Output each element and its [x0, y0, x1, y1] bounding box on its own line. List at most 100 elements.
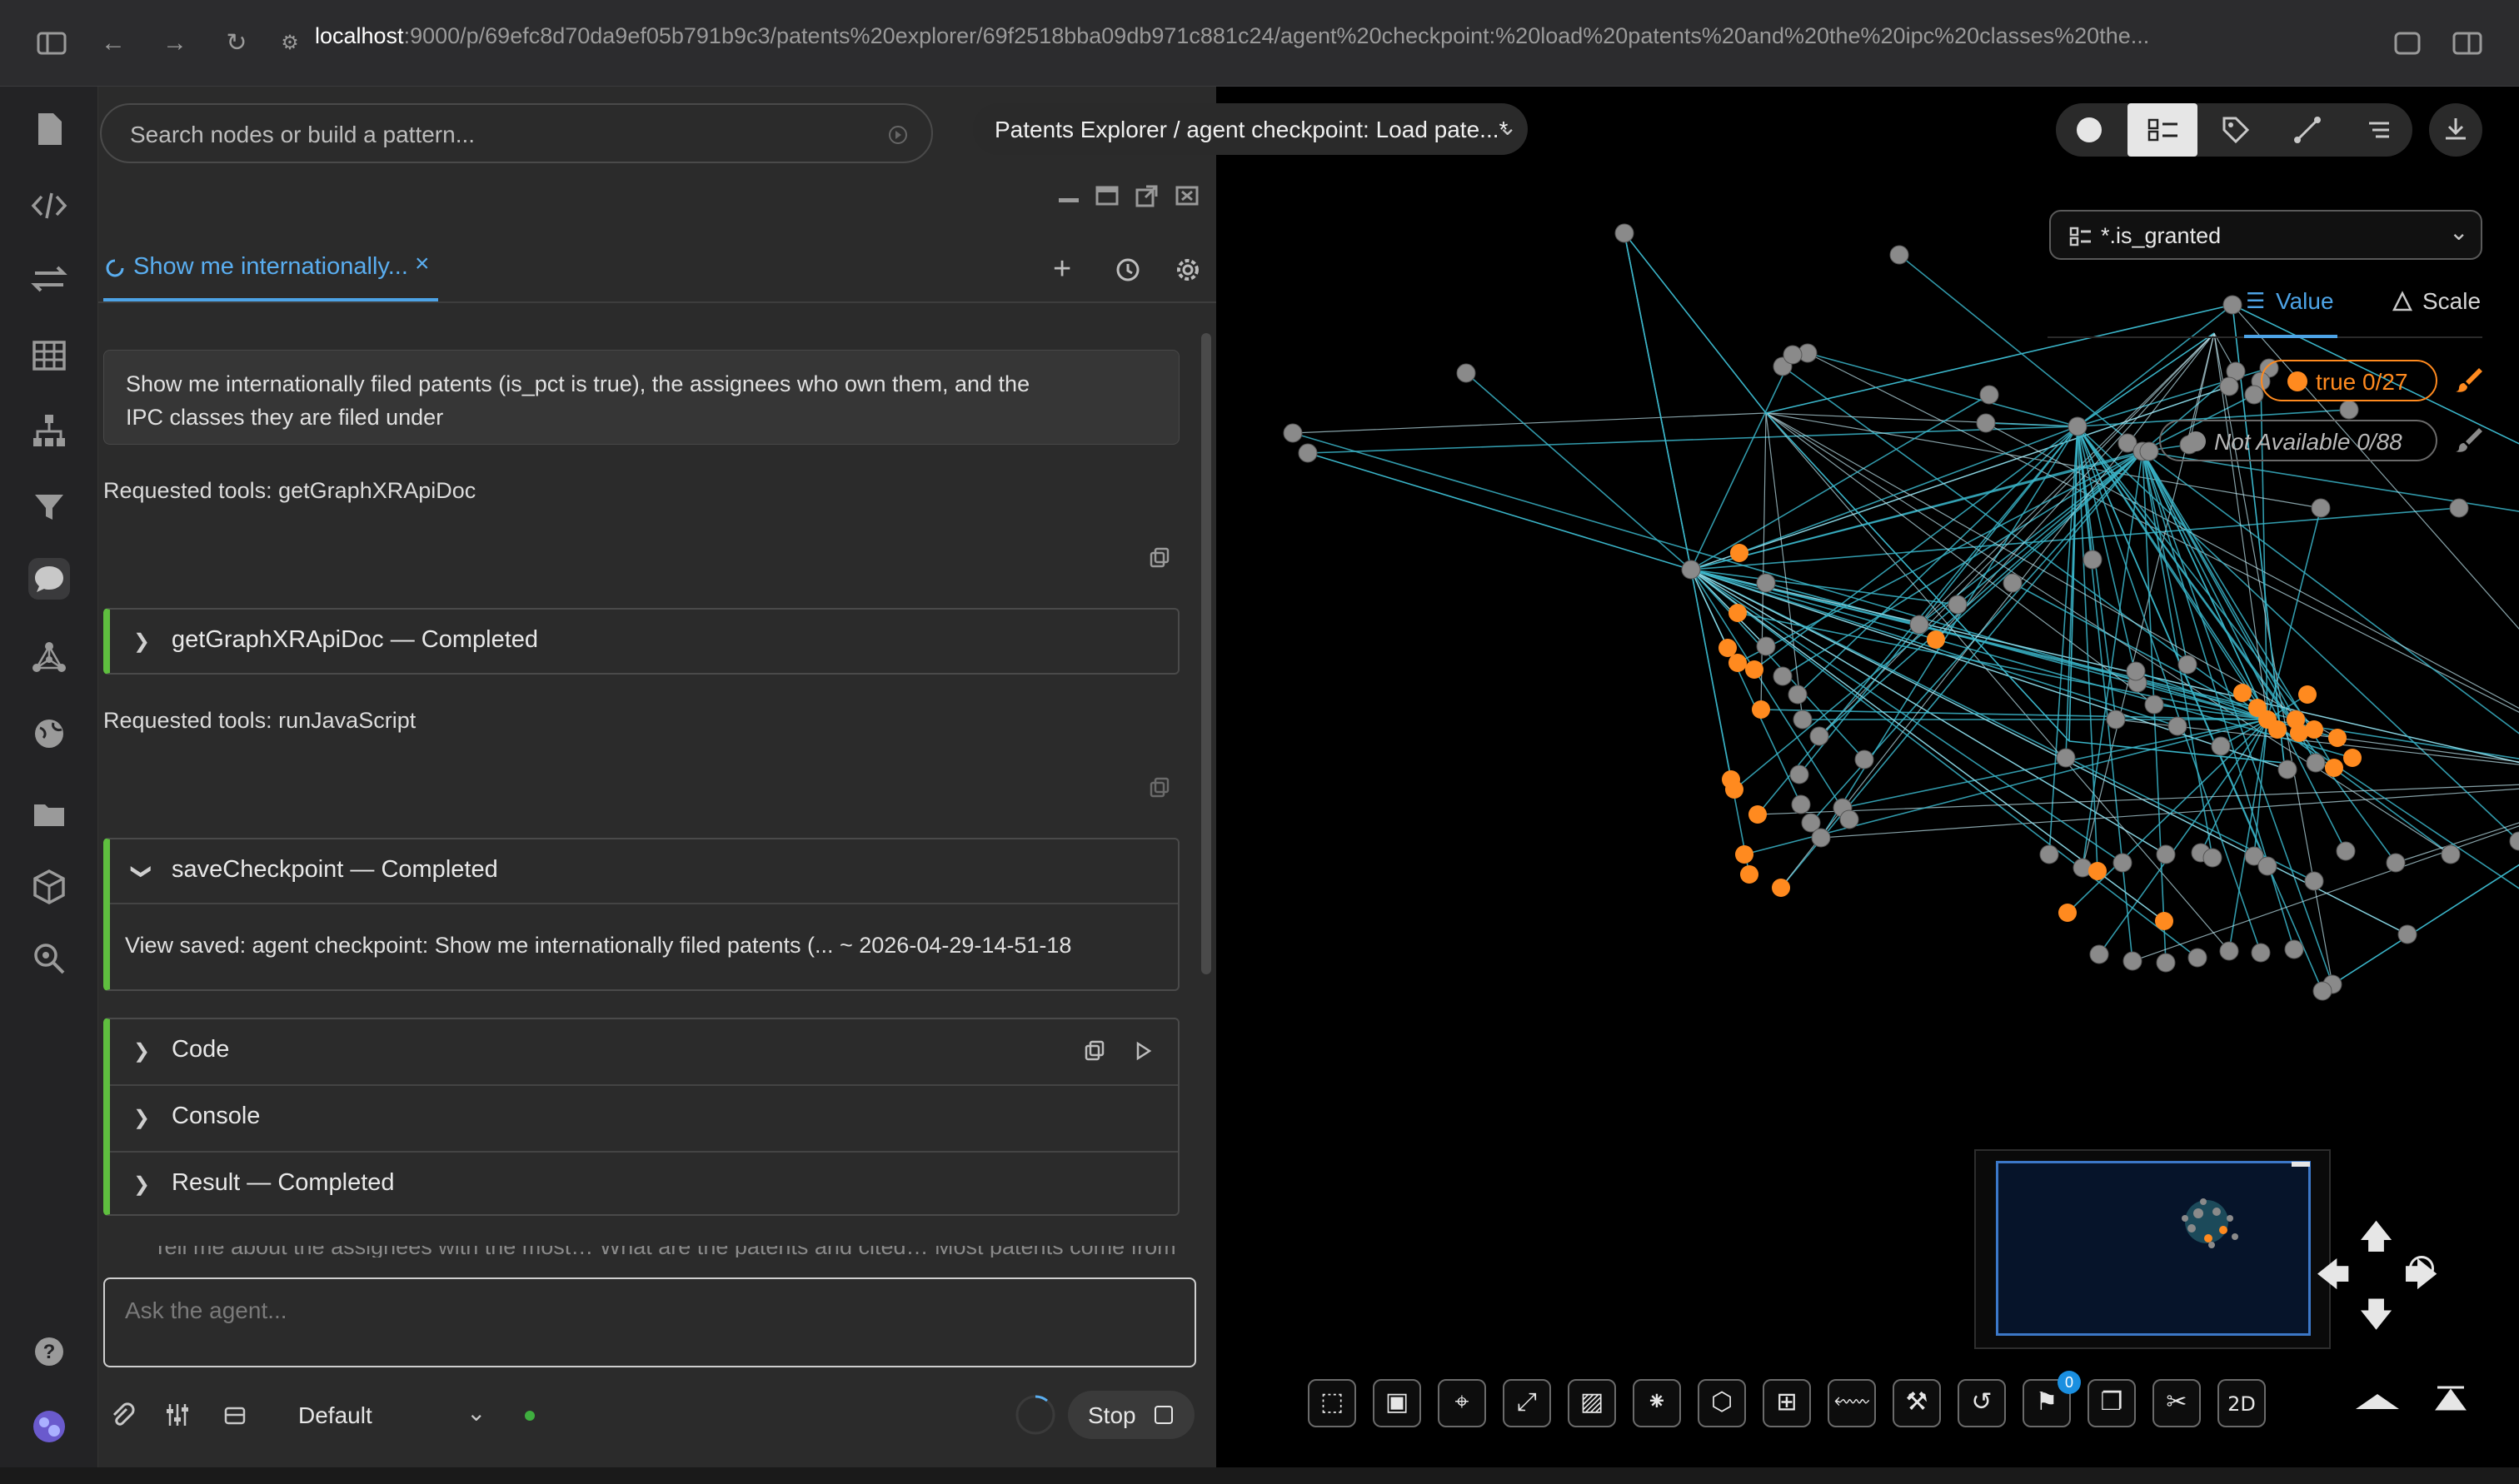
copy-icon[interactable] [1148, 546, 1171, 570]
back-icon[interactable]: ← [95, 25, 132, 62]
graph-node-granted[interactable] [2343, 749, 2362, 767]
graph-node[interactable] [1809, 726, 1829, 746]
graph-node[interactable] [2304, 871, 2324, 891]
clean-brush-icon[interactable]: ⚒ [1893, 1379, 1941, 1427]
extension-icon[interactable] [2389, 25, 2426, 62]
graph-node[interactable] [2336, 841, 2356, 861]
chat-icon[interactable] [28, 558, 70, 600]
graph-node[interactable] [2122, 951, 2142, 971]
minimap-viewport[interactable] [1996, 1161, 2311, 1336]
legend-chip-true[interactable]: true 0/27 [2261, 360, 2437, 401]
reset-top-icon[interactable] [2434, 1382, 2467, 1416]
add-node-icon[interactable]: ⊞ [1763, 1379, 1811, 1427]
graph-node[interactable] [1948, 595, 1968, 615]
image-export-icon[interactable]: ▨ [1568, 1379, 1616, 1427]
file-icon[interactable] [28, 108, 70, 150]
settings-gear-icon[interactable] [1175, 256, 1201, 283]
graph-node-granted[interactable] [1730, 544, 1748, 562]
mode-2d-icon[interactable]: 2D [2217, 1379, 2266, 1427]
graph-node-granted[interactable] [1752, 700, 1770, 719]
help-icon[interactable]: ? [28, 1331, 70, 1372]
graph-node[interactable] [2167, 716, 2187, 736]
table-icon[interactable] [28, 335, 70, 376]
popout-icon[interactable] [1135, 183, 1160, 208]
address-bar[interactable]: localhost:9000/p/69efc8d70da9ef05b791b9c… [315, 23, 2397, 49]
graph-node-granted[interactable] [2088, 862, 2107, 880]
graph-node[interactable] [2056, 748, 2076, 768]
graph-node[interactable] [1909, 615, 1929, 635]
graph-node[interactable] [2144, 695, 2164, 715]
graph-node[interactable] [2244, 385, 2264, 405]
graph-node[interactable] [1854, 749, 1874, 769]
legend-chip-not-available[interactable]: Not Available 0/88 [2159, 420, 2437, 461]
run-code-icon[interactable] [1131, 1039, 1155, 1063]
tools-settings-icon[interactable] [163, 1401, 192, 1429]
graph-node[interactable] [1791, 794, 1811, 814]
list-view-icon[interactable] [2364, 115, 2394, 145]
forward-icon[interactable]: → [157, 25, 193, 62]
minimize-icon[interactable] [1056, 183, 1081, 208]
graph-node[interactable] [2177, 655, 2197, 675]
code-icon[interactable] [28, 185, 70, 227]
console-section[interactable]: ❯ Console [110, 1084, 1178, 1151]
graph-node[interactable] [2251, 943, 2271, 963]
graph-node[interactable] [1793, 710, 1813, 730]
graph-node[interactable] [1756, 573, 1776, 593]
cube-3d-icon[interactable]: ⬡ [1698, 1379, 1746, 1427]
undo-icon[interactable]: ↺ [1958, 1379, 2006, 1427]
graph-node-granted[interactable] [2268, 720, 2287, 739]
fit-view-icon[interactable]: ⤢ [1503, 1379, 1551, 1427]
graph-node-granted[interactable] [1740, 865, 1758, 884]
filter-icon[interactable] [28, 486, 70, 528]
legend-view-icon[interactable] [2127, 103, 2197, 157]
center-view-icon[interactable] [2409, 1256, 2434, 1281]
paint-brush-icon[interactable] [2454, 365, 2484, 395]
expand-icon[interactable]: ❐ [2088, 1379, 2136, 1427]
search-submit-icon[interactable] [888, 125, 908, 145]
paint-brush-icon[interactable] [2454, 425, 2484, 455]
graph-node[interactable] [2339, 400, 2359, 420]
tool-call-getgraphxrapidoc[interactable]: ❯ getGraphXRApiDoc — Completed [103, 608, 1180, 675]
transfer-icon[interactable] [28, 258, 70, 300]
node-style-icon[interactable] [2074, 115, 2104, 145]
graph-node[interactable] [2277, 759, 2297, 779]
graph-node-granted[interactable] [1745, 660, 1763, 679]
graph-node-granted[interactable] [2155, 912, 2173, 930]
graph-node-granted[interactable] [1772, 879, 1790, 897]
close-panel-icon[interactable] [1175, 183, 1200, 208]
graph-node-granted[interactable] [1927, 630, 1945, 649]
graph-node-granted[interactable] [1725, 780, 1743, 799]
graph-node-granted[interactable] [1748, 805, 1767, 824]
graph-node[interactable] [1979, 385, 1999, 405]
graph-node-granted[interactable] [2328, 729, 2347, 747]
graph-node[interactable] [1783, 345, 1803, 365]
graph-node[interactable] [2211, 736, 2231, 756]
minimap-handle[interactable] [2292, 1162, 2310, 1167]
graph-node[interactable] [2306, 753, 2326, 773]
scissors-icon[interactable]: ✂ [2152, 1379, 2201, 1427]
graph-node[interactable] [2112, 853, 2132, 873]
tab-legend-scale[interactable]: Scale [2391, 285, 2491, 335]
result-section[interactable]: ❯ Result — Completed [110, 1151, 1178, 1214]
model-select[interactable]: Default ⌄ [220, 1397, 500, 1434]
edge-style-icon[interactable] [2292, 115, 2322, 145]
graph-node[interactable] [2219, 941, 2239, 961]
graph-node[interactable] [2312, 981, 2332, 1001]
graph-node[interactable] [1681, 560, 1701, 580]
code-section[interactable]: ❯ Code [110, 1019, 1178, 1084]
tab-legend-value[interactable]: ☰ Value [2244, 285, 2337, 338]
legend-property-select[interactable]: *.is_granted ⌄ [2049, 210, 2482, 260]
graph-node[interactable] [2039, 844, 2059, 864]
pan-up-icon[interactable]: 🡅 [2359, 1213, 2393, 1269]
graph-node[interactable] [2449, 498, 2469, 518]
graph-node[interactable] [2202, 848, 2222, 868]
select-area-icon[interactable]: ⬚ [1308, 1379, 1356, 1427]
graph-node[interactable] [2156, 844, 2176, 864]
connect-icon[interactable]: ⬳ [1828, 1379, 1876, 1427]
network-icon[interactable] [28, 636, 70, 678]
graph-node-granted[interactable] [2290, 724, 2308, 742]
copy-code-icon[interactable] [1083, 1039, 1106, 1063]
graph-node[interactable] [2156, 953, 2176, 973]
rotate-down-icon[interactable] [2352, 1386, 2402, 1419]
package-icon[interactable] [28, 866, 70, 908]
